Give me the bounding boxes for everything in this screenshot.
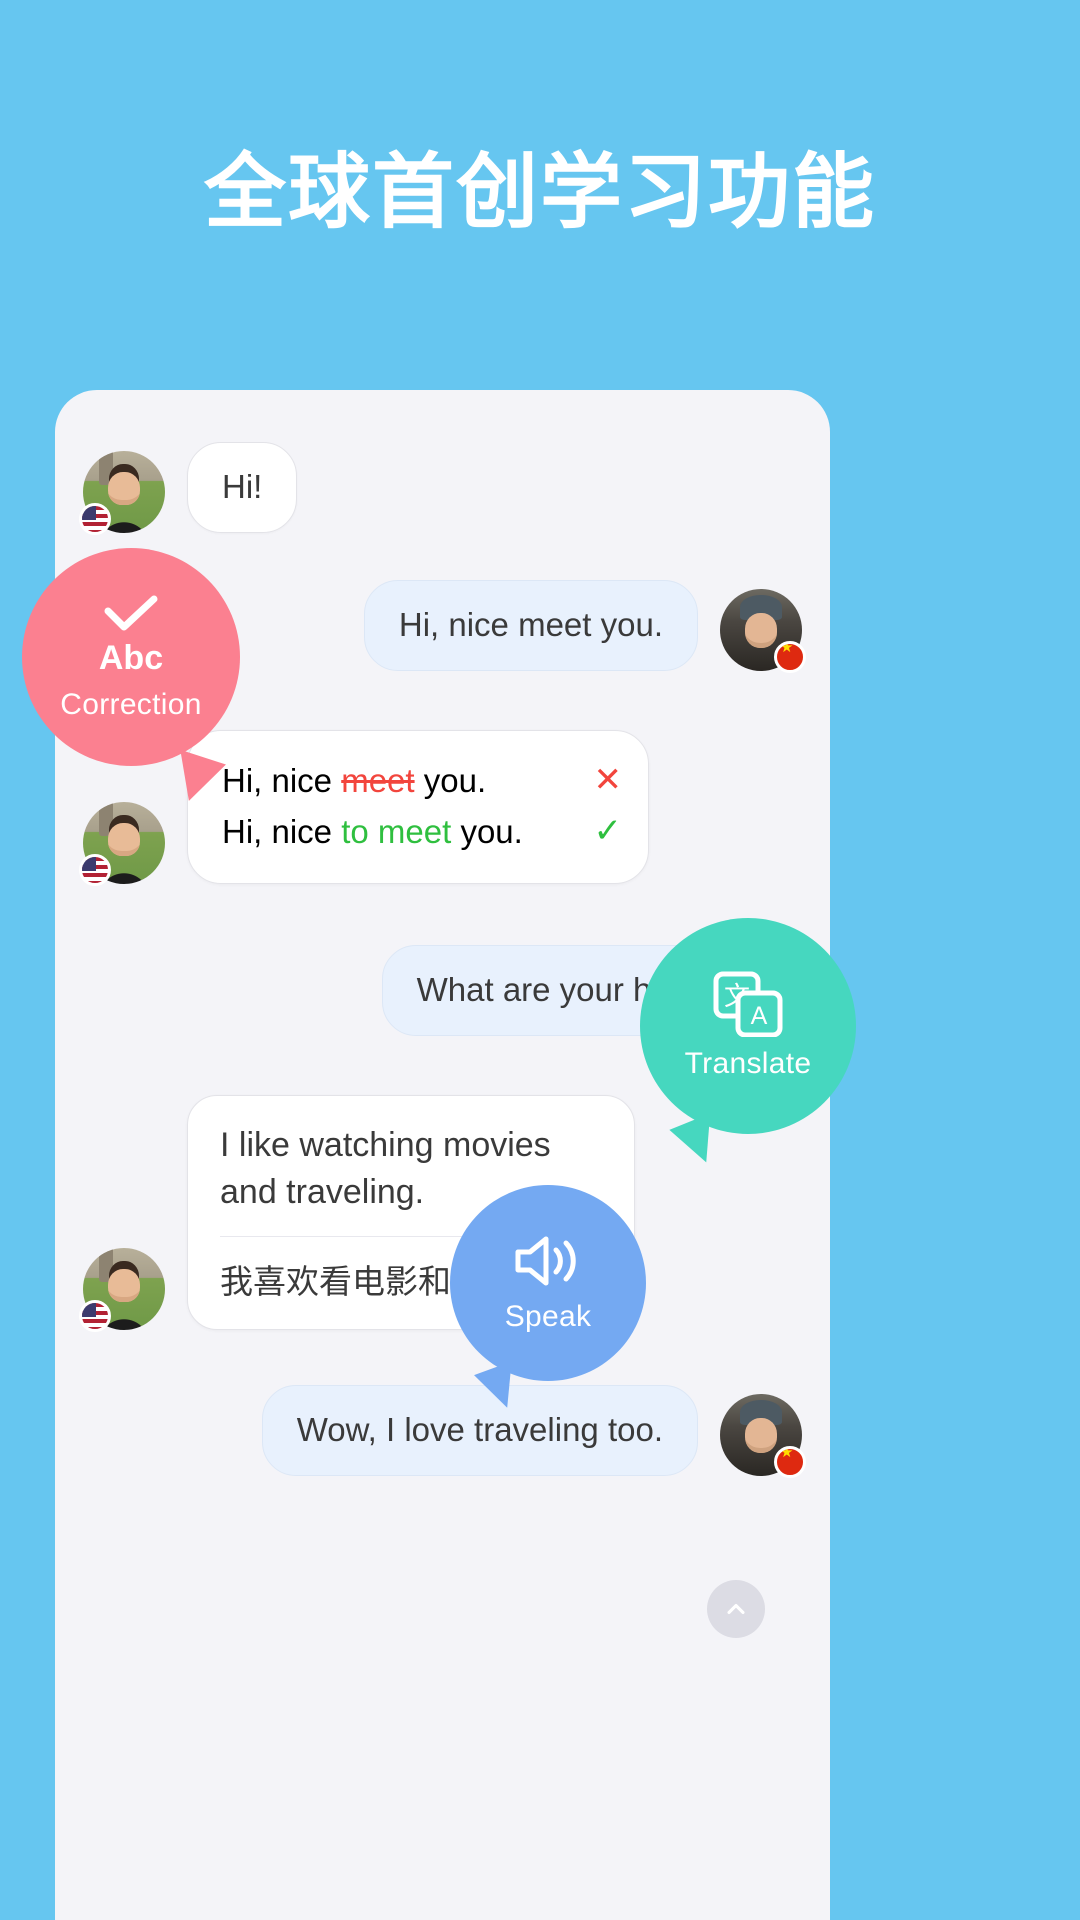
right-suffix: you. — [451, 812, 523, 850]
wrong-word: meet — [341, 761, 415, 799]
message-bubble[interactable]: Hi, nice meet you. — [363, 580, 698, 671]
chevron-up-icon — [727, 1603, 745, 1615]
callout-correction-abc: Abc — [98, 638, 164, 677]
avatar[interactable] — [720, 1393, 806, 1478]
scroll-to-top-button[interactable] — [707, 1580, 765, 1638]
translate-icon: 文 A — [713, 971, 783, 1037]
wrong-suffix: you. — [414, 761, 487, 799]
correction-card[interactable]: Hi, nice meet you. ✕ Hi, nice to meet yo… — [187, 730, 649, 884]
avatar[interactable] — [79, 802, 165, 886]
avatar[interactable] — [79, 1247, 165, 1332]
callout-speak[interactable]: Speak — [450, 1185, 646, 1415]
flag-us-icon — [79, 854, 111, 886]
message-bubble[interactable]: Hi! — [187, 442, 298, 533]
message-bubble[interactable]: Wow, I love traveling too. — [261, 1385, 698, 1476]
speaker-icon — [515, 1236, 576, 1286]
correction-right-text: Hi, nice to meet you. — [222, 807, 523, 857]
chat-message-row: Wow, I love traveling too. — [261, 1385, 806, 1478]
chat-message-row: Hi! — [79, 442, 298, 535]
flag-us-icon — [79, 502, 111, 535]
correction-wrong-line: Hi, nice meet you. ✕ — [222, 755, 622, 806]
chat-message-row: Hi, nice meet you. — [363, 580, 806, 673]
callout-speak-label: Speak — [504, 1300, 592, 1333]
correction-wrong-text: Hi, nice meet you. — [222, 756, 486, 806]
wrong-prefix: Hi, nice — [222, 761, 342, 799]
right-prefix: Hi, nice — [222, 812, 342, 850]
right-word: to meet — [341, 812, 452, 850]
cross-icon: ✕ — [593, 761, 623, 799]
callout-correction[interactable]: Abc Correction — [22, 548, 240, 809]
avatar[interactable] — [79, 450, 165, 535]
correction-right-line: Hi, nice to meet you. ✓ — [222, 806, 622, 857]
callout-translate-label: Translate — [684, 1047, 812, 1080]
flag-cn-icon — [774, 640, 806, 673]
callout-correction-label: Correction — [60, 687, 202, 721]
avatar[interactable] — [720, 588, 806, 673]
check-icon: ✓ — [593, 812, 623, 850]
flag-cn-icon — [774, 1445, 806, 1478]
check-abc-icon — [104, 595, 158, 630]
svg-text:A: A — [751, 1002, 768, 1030]
flag-us-icon — [79, 1299, 111, 1332]
callout-translate[interactable]: 文 A Translate — [640, 918, 856, 1171]
page-title: 全球首创学习功能 — [203, 145, 876, 240]
